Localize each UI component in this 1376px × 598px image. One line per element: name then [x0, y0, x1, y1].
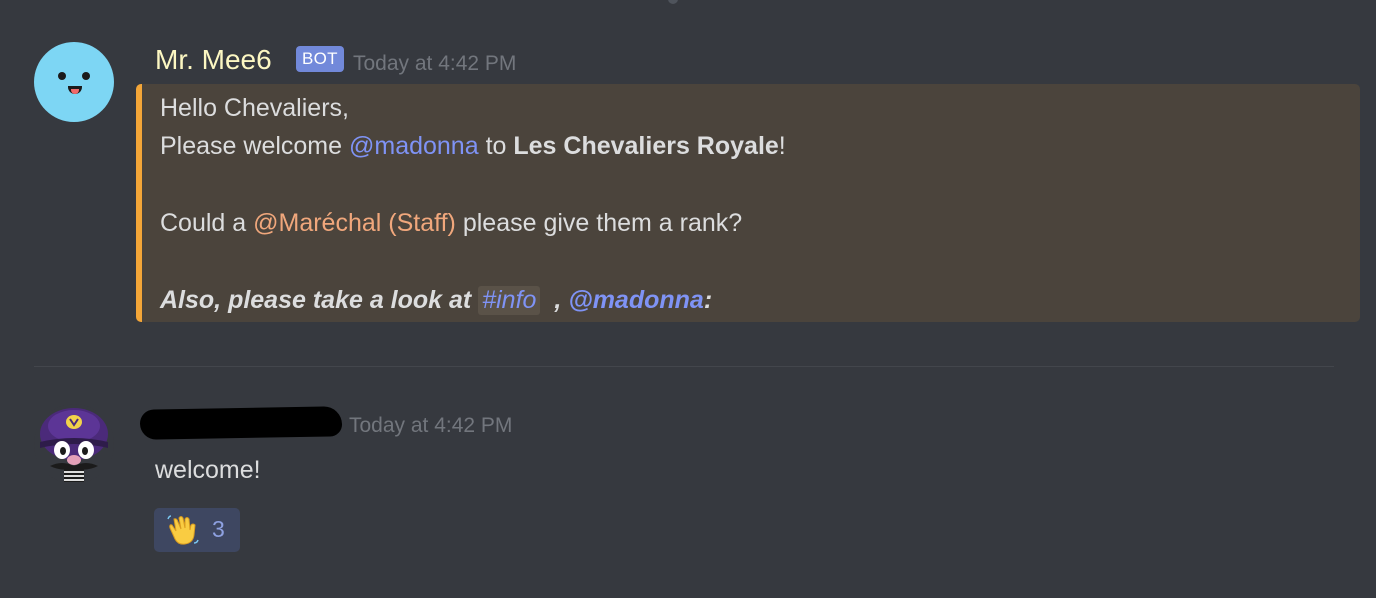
reaction-count: 3 — [212, 516, 225, 542]
embed-line-welcome: Please welcome @madonna to Les Chevalier… — [160, 132, 786, 161]
user-mention[interactable]: @madonna — [568, 286, 704, 314]
embed-text: ! — [778, 132, 786, 160]
embed-text: Could a — [160, 209, 254, 237]
message-mee6: Mr. Mee6 BOT Today at 4:42 PM Hello Chev… — [0, 0, 1376, 340]
welcome-embed: Hello Chevaliers, Please welcome @madonn… — [136, 84, 1360, 322]
message-timestamp: Today at 4:42 PM — [349, 414, 513, 437]
redacted-username — [139, 406, 343, 440]
embed-text: to — [478, 132, 514, 160]
avatar-eye-right — [82, 72, 90, 80]
embed-line-rank-request: Could a @Maréchal (Staff) please give th… — [160, 209, 742, 238]
embed-greeting-text: Hello Chevaliers, — [160, 94, 349, 122]
waving-hand-icon — [167, 515, 199, 545]
message-divider — [34, 366, 1334, 367]
embed-text: Also, please take a look at — [160, 286, 479, 314]
embed-text: : — [703, 286, 713, 314]
embed-line-greeting: Hello Chevaliers, — [160, 94, 349, 123]
username[interactable]: Mr. Mee6 — [155, 44, 272, 76]
embed-line-info: Also, please take a look at #info, @mado… — [160, 286, 712, 315]
embed-text: please give them a rank? — [455, 209, 743, 237]
chat-view: Mr. Mee6 BOT Today at 4:42 PM Hello Chev… — [0, 0, 1376, 598]
server-name: Les Chevaliers Royale — [513, 132, 779, 160]
avatar[interactable] — [34, 42, 114, 122]
embed-text: , — [554, 286, 569, 314]
message-timestamp: Today at 4:42 PM — [353, 52, 517, 75]
avatar[interactable] — [34, 404, 114, 484]
waluigi-avatar-icon — [40, 408, 108, 482]
channel-link[interactable]: #info — [478, 286, 541, 315]
message-content: welcome! — [155, 456, 261, 484]
embed-text: Please welcome — [160, 132, 349, 160]
avatar-eye-left — [58, 72, 66, 80]
user-mention[interactable]: @madonna — [349, 132, 479, 160]
bot-badge: BOT — [296, 46, 344, 72]
role-mention[interactable]: @Maréchal (Staff) — [253, 209, 456, 237]
reaction-button[interactable]: 3 — [154, 508, 240, 552]
